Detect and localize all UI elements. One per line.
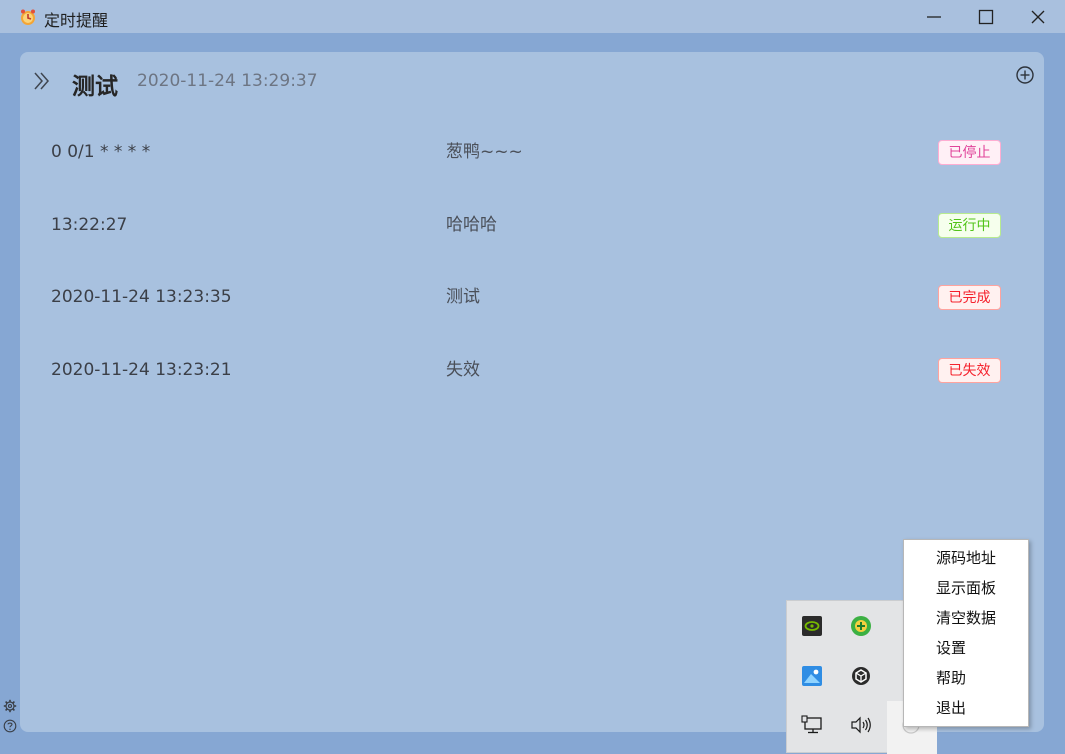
plus-circle-icon[interactable] (1014, 64, 1036, 86)
reminder-row[interactable]: 2020-11-24 13:23:35 测试 已完成 (20, 261, 1044, 334)
volume-icon (851, 716, 871, 734)
reminder-trigger: 0 0/1 * * * * (51, 142, 151, 162)
maximize-button[interactable] (961, 0, 1011, 33)
maximize-icon (978, 9, 994, 24)
reminder-row[interactable]: 0 0/1 * * * * 葱鸭~~~ 已停止 (20, 116, 1044, 189)
unity-icon (852, 667, 870, 685)
reminder-message: 测试 (446, 287, 480, 307)
menu-item-help[interactable]: 帮助 (904, 663, 1028, 693)
reminder-row[interactable]: 2020-11-24 13:23:21 失效 已失效 (20, 334, 1044, 407)
menu-item-source-url[interactable]: 源码地址 (904, 543, 1028, 573)
reminder-row[interactable]: 13:22:27 哈哈哈 运行中 (20, 189, 1044, 262)
tray-context-menu: 源码地址 显示面板 清空数据 设置 帮助 退出 (903, 539, 1029, 727)
reminder-trigger: 2020-11-24 13:23:21 (51, 360, 232, 380)
reminder-message: 失效 (446, 360, 480, 380)
status-badge: 已停止 (938, 140, 1001, 165)
tray-network[interactable] (794, 707, 830, 743)
network-icon (801, 715, 822, 734)
panel-time: 2020-11-24 13:29:37 (137, 71, 318, 91)
close-icon (1031, 10, 1045, 23)
window-titlebar: 定时提醒 (0, 0, 1065, 33)
tray-unity[interactable] (843, 658, 879, 694)
alarm-clock-icon (21, 9, 35, 25)
reminder-message: 葱鸭~~~ (446, 142, 523, 162)
reminder-trigger: 2020-11-24 13:23:35 (51, 287, 232, 307)
status-badge: 已完成 (938, 285, 1001, 310)
menu-item-clear-data[interactable]: 清空数据 (904, 603, 1028, 633)
help-icon[interactable] (3, 719, 17, 733)
add-green-icon (851, 616, 871, 636)
menu-item-exit[interactable]: 退出 (904, 693, 1028, 723)
close-button[interactable] (1013, 0, 1063, 33)
menu-item-settings[interactable]: 设置 (904, 633, 1028, 663)
photo-app-icon (802, 666, 822, 686)
double-chevron-right-icon[interactable] (32, 70, 52, 92)
settings-gear-icon[interactable] (3, 699, 17, 713)
tray-add-green[interactable] (843, 608, 879, 644)
minimize-button[interactable] (909, 0, 959, 33)
status-badge: 已失效 (938, 358, 1001, 383)
tray-photo-app[interactable] (794, 658, 830, 694)
menu-item-show-panel[interactable]: 显示面板 (904, 573, 1028, 603)
tray-nvidia[interactable] (794, 608, 830, 644)
nvidia-icon (802, 616, 822, 636)
minimize-icon (927, 15, 941, 18)
reminder-message: 哈哈哈 (446, 215, 497, 235)
reminder-trigger: 13:22:27 (51, 215, 128, 235)
status-badge: 运行中 (938, 213, 1001, 238)
tray-volume[interactable] (843, 707, 879, 743)
window-title: 定时提醒 (44, 11, 109, 30)
panel-title: 测试 (72, 74, 118, 100)
